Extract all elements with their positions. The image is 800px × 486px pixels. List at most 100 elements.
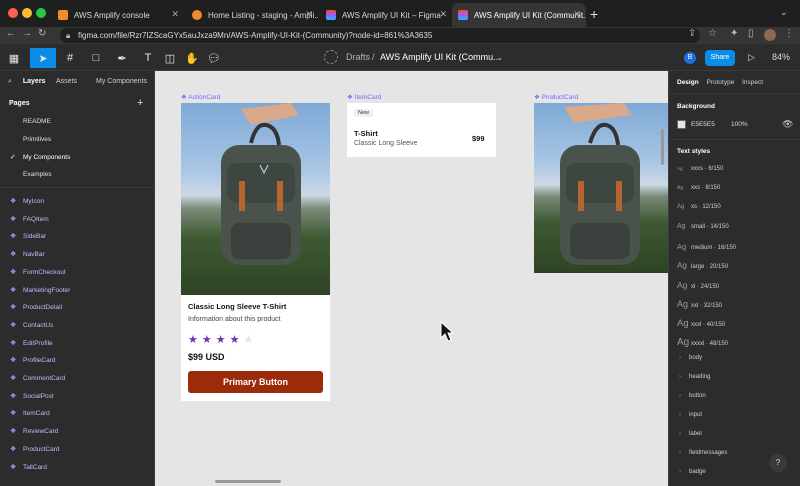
browser-tab[interactable]: Home Listing - staging - Ampli... ✕: [186, 3, 318, 27]
close-tab-icon[interactable]: ✕: [573, 9, 581, 20]
extensions-icon[interactable]: ✦: [730, 28, 738, 39]
text-style-item[interactable]: Ag xxxxl · 48/150: [677, 337, 728, 348]
layer-item-reviewcard[interactable]: ❖ ReviewCard: [10, 428, 58, 435]
text-style-item[interactable]: Ag xxxs · 6/150: [677, 166, 723, 172]
expand-caret-icon[interactable]: ›: [679, 412, 681, 418]
text-style-item[interactable]: Ag small · 14/150: [677, 223, 729, 230]
text-style-item[interactable]: Ag xxxl · 40/150: [677, 318, 725, 329]
background-color-swatch[interactable]: [677, 120, 686, 129]
layer-item-sidebar[interactable]: ❖ SideBar: [10, 233, 46, 240]
layer-item-productcard[interactable]: ❖ ProductCard: [10, 446, 60, 453]
forward-icon[interactable]: →: [22, 28, 32, 39]
share-page-icon[interactable]: ⇪: [688, 28, 696, 39]
design-canvas[interactable]: ❖ ActionCard Classic Long Sleeve T-Shirt…: [155, 71, 668, 486]
layer-item-editprofile[interactable]: ❖ EditProfile: [10, 340, 53, 347]
layer-item-navbar[interactable]: ❖ NavBar: [10, 251, 45, 258]
layer-item-marketingfooter[interactable]: ❖ MarketingFooter: [10, 287, 70, 294]
browser-tab-active[interactable]: AWS Amplify UI Kit (Communit... ✕: [452, 3, 586, 27]
layer-item-socialpost[interactable]: ❖ SocialPost: [10, 393, 54, 400]
expand-caret-icon[interactable]: ›: [679, 469, 681, 475]
page-item-examples[interactable]: Examples: [23, 171, 52, 178]
expand-caret-icon[interactable]: ›: [679, 431, 681, 437]
text-style-item[interactable]: Ag xxs · 8/150: [677, 185, 720, 191]
close-tab-icon[interactable]: ✕: [171, 9, 179, 20]
bookmark-star-icon[interactable]: ☆: [708, 28, 717, 39]
url-input[interactable]: 🔒︎ figma.com/file/Rzr7IZScaGYx5auJxza9Mn…: [60, 28, 700, 43]
style-group-badge[interactable]: › badge: [679, 469, 706, 475]
text-style-item[interactable]: Ag xl · 24/150: [677, 280, 719, 290]
frame-label-actioncard[interactable]: ❖ ActionCard: [181, 93, 220, 101]
present-play-icon[interactable]: ▷: [748, 52, 755, 63]
resources-tool-icon[interactable]: ◫: [160, 48, 180, 68]
text-style-item[interactable]: Ag xs · 12/150: [677, 204, 721, 210]
visibility-eye-icon[interactable]: 👁︎: [782, 119, 793, 130]
expand-caret-icon[interactable]: ›: [679, 374, 681, 380]
expand-caret-icon[interactable]: ›: [679, 355, 681, 361]
close-window-dot[interactable]: [8, 8, 18, 18]
text-style-item[interactable]: Ag medium · 16/150: [677, 242, 736, 251]
product-card[interactable]: [534, 103, 668, 273]
action-card[interactable]: Classic Long Sleeve T-Shirt Information …: [181, 103, 330, 401]
style-group-button[interactable]: › button: [679, 393, 706, 399]
layer-item-myicon[interactable]: ❖ MyIcon: [10, 198, 44, 205]
layer-item-commentcard[interactable]: ❖ CommentCard: [10, 375, 65, 382]
user-avatar[interactable]: B: [684, 52, 696, 64]
page-selector[interactable]: My Components: [96, 78, 147, 85]
style-group-label[interactable]: › label: [679, 431, 702, 437]
hand-tool-icon[interactable]: ✋: [182, 48, 202, 68]
primary-button[interactable]: Primary Button: [188, 371, 323, 393]
layer-item-faqitem[interactable]: ❖ FAQItem: [10, 216, 49, 223]
tab-prototype[interactable]: Prototype: [706, 79, 734, 86]
file-name[interactable]: AWS Amplify UI Kit (Commu...: [380, 52, 501, 62]
text-tool-icon[interactable]: T: [138, 48, 158, 68]
background-hex-input[interactable]: E5E5E5: [691, 121, 715, 128]
file-menu-chevron-icon[interactable]: ⌄: [496, 52, 504, 63]
move-tool-icon[interactable]: ➤: [30, 48, 56, 68]
browser-tab[interactable]: AWS Amplify console ✕: [52, 3, 184, 27]
layer-item-productdetail[interactable]: ❖ ProductDetail: [10, 304, 62, 311]
expand-caret-icon[interactable]: ›: [679, 393, 681, 399]
style-group-heading[interactable]: › heading: [679, 374, 710, 380]
page-item-primitives[interactable]: Primitives: [23, 136, 51, 143]
expand-caret-icon[interactable]: ›: [679, 450, 681, 456]
frame-label-itemcard[interactable]: ❖ ItemCard: [347, 93, 381, 101]
style-group-body[interactable]: › body: [679, 355, 702, 361]
layer-item-tallcard[interactable]: ❖ TallCard: [10, 464, 47, 471]
breadcrumb-drafts[interactable]: Drafts: [346, 52, 370, 62]
maximize-window-dot[interactable]: [36, 8, 46, 18]
reload-icon[interactable]: ↻: [38, 28, 46, 39]
tab-assets[interactable]: Assets: [56, 78, 77, 85]
search-icon[interactable]: ⌕: [8, 78, 12, 85]
text-style-item[interactable]: Ag large · 20/150: [677, 261, 728, 270]
tab-design[interactable]: Design: [677, 79, 699, 86]
tab-layers[interactable]: Layers: [23, 78, 46, 85]
comment-tool-icon[interactable]: 💬︎: [204, 48, 224, 68]
layer-item-profilecard[interactable]: ❖ ProfileCard: [10, 357, 56, 364]
tab-list-chevron-icon[interactable]: ⌄: [780, 7, 788, 18]
canvas-horizontal-scrollbar[interactable]: [215, 480, 281, 483]
shape-tool-icon[interactable]: □: [86, 48, 106, 68]
close-tab-icon[interactable]: ✕: [439, 9, 447, 20]
help-button[interactable]: ?: [769, 454, 787, 472]
background-opacity-input[interactable]: 100%: [731, 121, 748, 128]
style-group-fieldmessages[interactable]: › fieldmessages: [679, 450, 727, 456]
layer-item-itemcard[interactable]: ❖ ItemCard: [10, 410, 50, 417]
profile-avatar[interactable]: [764, 29, 776, 41]
add-page-button[interactable]: +: [137, 97, 143, 109]
main-menu-icon[interactable]: ▦: [4, 48, 24, 68]
style-group-input[interactable]: › input: [679, 412, 702, 418]
sidebar-icon[interactable]: ▯: [748, 28, 754, 39]
pen-tool-icon[interactable]: ✒: [112, 48, 132, 68]
item-card[interactable]: New T-Shirt Classic Long Sleeve $99: [347, 103, 496, 157]
frame-label-productcard[interactable]: ❖ ProductCard: [534, 93, 578, 101]
layer-item-contactus[interactable]: ❖ ContactUs: [10, 322, 53, 329]
close-tab-icon[interactable]: ✕: [305, 9, 313, 20]
back-icon[interactable]: ←: [6, 28, 16, 39]
minimize-window-dot[interactable]: [22, 8, 32, 18]
browser-tab[interactable]: AWS Amplify UI Kit – Figma ✕: [320, 3, 452, 27]
page-item-my-components[interactable]: My Components: [23, 154, 70, 161]
browser-menu-icon[interactable]: ⋮: [784, 28, 794, 39]
layer-item-formcheckout[interactable]: ❖ FormCheckout: [10, 269, 66, 276]
new-tab-icon[interactable]: +: [590, 6, 598, 22]
tab-inspect[interactable]: Inspect: [742, 79, 763, 86]
